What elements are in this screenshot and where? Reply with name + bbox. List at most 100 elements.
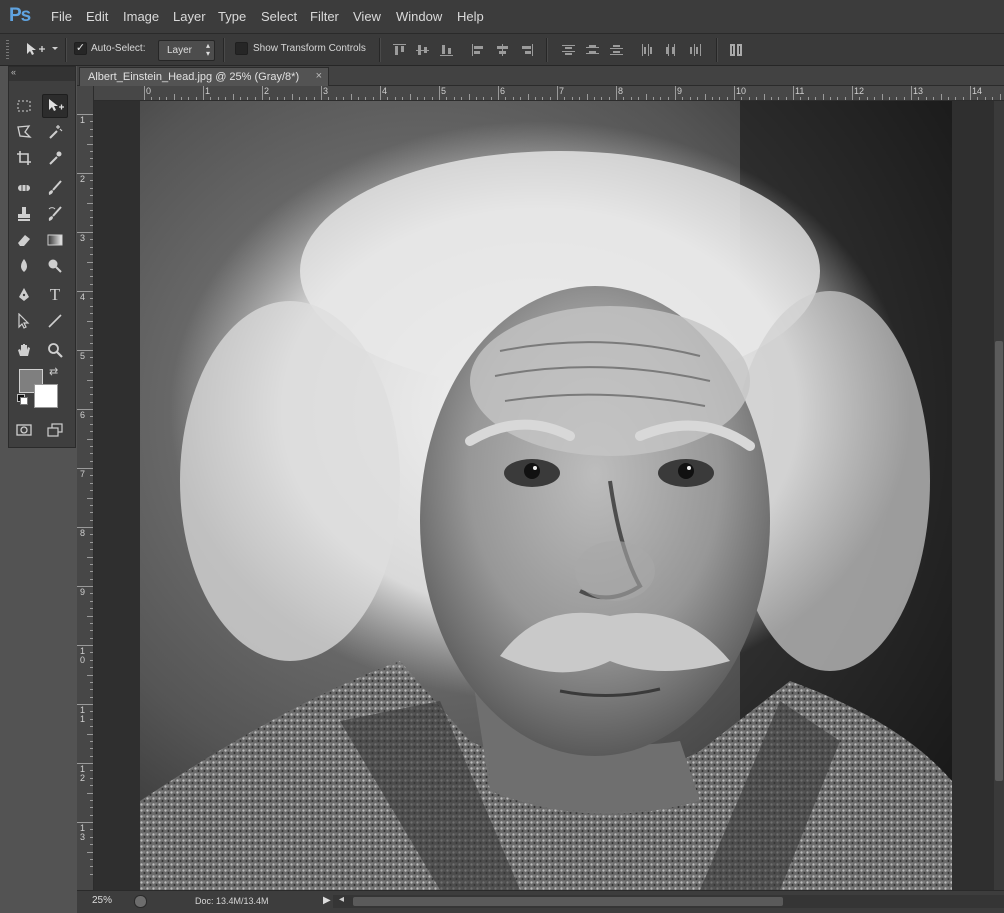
default-colors-icon[interactable] xyxy=(17,394,28,405)
zoom-level-field[interactable]: 25% xyxy=(92,895,112,906)
auto-select-target-dropdown[interactable]: Layer ▴ ▾ xyxy=(158,40,215,61)
menu-layer[interactable]: Layer xyxy=(173,9,206,24)
horizontal-scrollbar-thumb[interactable] xyxy=(353,897,783,906)
ruler-tick xyxy=(90,512,93,514)
quick-mask-tool[interactable] xyxy=(12,419,36,441)
menu-type[interactable]: Type xyxy=(218,9,246,24)
align-right-edges-icon[interactable] xyxy=(520,44,533,56)
tools-panel-header[interactable]: « xyxy=(9,67,75,81)
ruler-tick xyxy=(90,364,93,366)
ruler-tick xyxy=(734,86,735,100)
distribute-bottom-edges-icon[interactable] xyxy=(610,44,623,56)
hand-tool[interactable] xyxy=(12,339,36,361)
screen-mode-tool[interactable] xyxy=(43,419,67,441)
menu-file[interactable]: File xyxy=(51,9,72,24)
ruler-tick xyxy=(357,97,359,100)
crop-tool[interactable] xyxy=(12,147,36,169)
ruler-tick xyxy=(498,86,499,100)
eyedropper-tool[interactable] xyxy=(43,147,67,169)
ruler-tick xyxy=(90,327,93,329)
document-size-info: Doc: 13.4M/13.4M xyxy=(195,896,269,906)
align-horizontal-centers-icon[interactable] xyxy=(496,44,509,56)
vertical-scrollbar[interactable] xyxy=(994,101,1004,890)
path-selection-tool[interactable] xyxy=(12,310,36,332)
ruler-tick xyxy=(424,97,426,100)
tool-preset-picker[interactable] xyxy=(24,40,60,58)
ruler-tick xyxy=(90,630,93,632)
spot-healing-brush-tool[interactable] xyxy=(12,177,36,199)
ruler-tick xyxy=(512,97,514,100)
dodge-tool[interactable] xyxy=(43,255,67,277)
vertical-ruler[interactable]: 1 2 3 4 5 6 7 8 9 1 0 1 1 1 2 1 3 xyxy=(77,100,94,890)
gradient-tool[interactable] xyxy=(43,229,67,251)
ruler-tick xyxy=(490,97,492,100)
horizontal-scrollbar[interactable]: ◂ xyxy=(333,894,1004,908)
menu-select[interactable]: Select xyxy=(261,9,297,24)
auto-align-layers-icon[interactable] xyxy=(730,44,743,56)
status-info-icon[interactable] xyxy=(134,895,147,908)
eraser-tool[interactable] xyxy=(12,229,36,251)
menu-edit[interactable]: Edit xyxy=(86,9,108,24)
swap-colors-icon[interactable]: ⇄ xyxy=(49,365,58,378)
ruler-tick xyxy=(284,97,286,100)
align-bottom-edges-icon[interactable] xyxy=(440,44,453,56)
ruler-tick xyxy=(660,97,662,100)
menu-view[interactable]: View xyxy=(353,9,381,24)
auto-select-checkbox[interactable]: ✓ xyxy=(74,42,87,55)
ruler-left-label: 2 xyxy=(80,174,86,184)
ruler-tick xyxy=(970,86,971,100)
zoom-tool[interactable] xyxy=(43,339,67,361)
distribute-vertical-centers-icon[interactable] xyxy=(586,44,599,56)
ruler-tick xyxy=(90,770,93,772)
close-icon[interactable]: × xyxy=(316,70,322,82)
ruler-origin[interactable] xyxy=(77,86,94,101)
separator xyxy=(379,38,381,62)
collapse-panel-icon[interactable]: « xyxy=(11,67,16,77)
rectangular-marquee-tool[interactable] xyxy=(12,95,36,117)
polygonal-lasso-tool[interactable] xyxy=(12,121,36,143)
distribute-horizontal-centers-icon[interactable] xyxy=(665,44,678,56)
align-vertical-centers-icon[interactable] xyxy=(416,44,429,56)
history-brush-tool[interactable] xyxy=(43,203,67,225)
ruler-tick xyxy=(90,578,93,580)
type-tool[interactable]: T xyxy=(43,284,67,306)
pen-tool[interactable] xyxy=(12,284,36,306)
document-canvas-image[interactable] xyxy=(140,101,952,890)
vertical-scrollbar-thumb[interactable] xyxy=(995,341,1003,781)
ruler-tick xyxy=(90,401,93,403)
move-tool[interactable] xyxy=(42,94,68,118)
ruler-tick xyxy=(87,320,93,322)
line-tool[interactable] xyxy=(43,310,67,332)
menu-help[interactable]: Help xyxy=(457,9,484,24)
ruler-tick xyxy=(90,305,93,307)
menu-filter[interactable]: Filter xyxy=(310,9,339,24)
ruler-left-label: 6 xyxy=(80,410,86,420)
background-color-swatch[interactable] xyxy=(34,384,58,408)
options-grip[interactable] xyxy=(6,40,9,60)
scroll-left-arrow-icon[interactable]: ◂ xyxy=(339,894,344,905)
ruler-tick xyxy=(90,431,93,433)
distribute-top-edges-icon[interactable] xyxy=(562,44,575,56)
horizontal-ruler[interactable]: 0 1 2 3 4 5 6 7 8 9 10 11 12 13 14 xyxy=(94,86,1004,101)
ruler-tick xyxy=(689,97,691,100)
menu-window[interactable]: Window xyxy=(396,9,442,24)
ruler-tick xyxy=(158,97,160,100)
align-left-edges-icon[interactable] xyxy=(472,44,485,56)
distribute-right-edges-icon[interactable] xyxy=(689,44,702,56)
align-top-edges-icon[interactable] xyxy=(393,44,406,56)
menu-image[interactable]: Image xyxy=(123,9,159,24)
blur-tool[interactable] xyxy=(12,255,36,277)
brush-tool[interactable] xyxy=(43,177,67,199)
clone-stamp-tool[interactable] xyxy=(12,203,36,225)
show-transform-controls-label: Show Transform Controls xyxy=(253,43,366,54)
ruler-left-label: 8 xyxy=(80,528,86,538)
magic-wand-tool[interactable] xyxy=(43,121,67,143)
show-transform-controls-checkbox[interactable] xyxy=(235,42,248,55)
ruler-tick xyxy=(77,763,93,764)
document-tab[interactable]: Albert_Einstein_Head.jpg @ 25% (Gray/8*)… xyxy=(79,67,329,86)
distribute-left-edges-icon[interactable] xyxy=(641,44,654,56)
ruler-top-label: 7 xyxy=(559,86,565,96)
ruler-tick xyxy=(652,97,654,100)
status-menu-arrow-icon[interactable]: ▶ xyxy=(323,895,331,906)
ruler-top-label: 0 xyxy=(146,86,152,96)
